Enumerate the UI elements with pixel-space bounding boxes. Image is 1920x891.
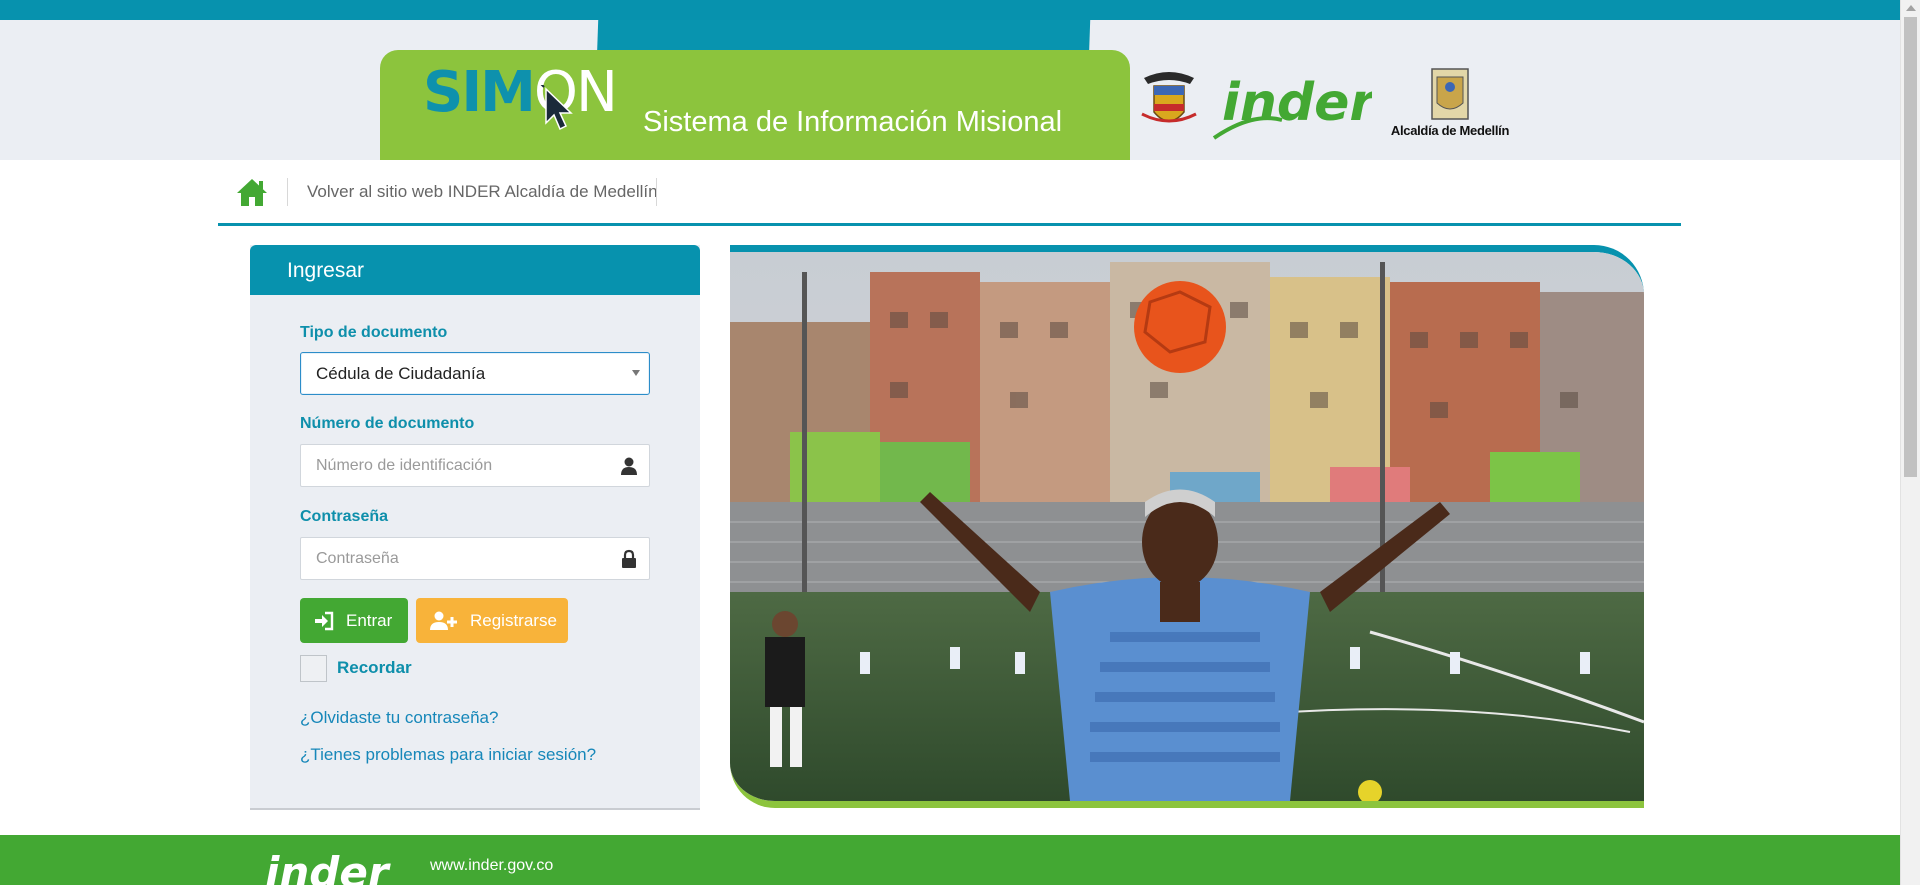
doc-type-label: Tipo de documento — [300, 324, 448, 341]
user-icon — [621, 457, 637, 475]
password-placeholder: Contraseña — [316, 550, 399, 567]
doc-number-input[interactable]: Número de identificación — [300, 444, 650, 487]
login-problems-link[interactable]: ¿Tienes problemas para iniciar sesión? — [300, 745, 596, 765]
banner-title: Sistema de Información Misional — [643, 106, 1063, 138]
hero-photo-illustration — [730, 252, 1644, 801]
hero-photo — [730, 245, 1644, 808]
page-footer: inder www.inder.gov.co — [0, 835, 1900, 891]
register-button-label: Registrarse — [470, 610, 557, 630]
top-accent-bar — [0, 0, 1900, 20]
home-icon[interactable] — [236, 177, 268, 207]
alcaldia-logo: Alcaldía de Medellín — [1385, 63, 1515, 143]
password-input[interactable]: Contraseña — [300, 537, 650, 580]
chevron-down-icon — [632, 370, 640, 376]
footer-inder-logo[interactable]: inder — [265, 851, 415, 891]
footer-logo-text: inder — [265, 851, 391, 891]
simon-logo-sim: SIM — [423, 59, 536, 125]
scroll-up-arrow-icon[interactable] — [1906, 5, 1916, 11]
doc-type-value: Cédula de Ciudadanía — [316, 364, 486, 383]
simon-logo: SIM ON — [423, 59, 618, 125]
doc-number-placeholder: Número de identificación — [316, 457, 493, 474]
forgot-password-link[interactable]: ¿Olvidaste tu contraseña? — [300, 708, 498, 728]
doc-type-select[interactable]: Cédula de Ciudadanía — [300, 352, 650, 395]
alcaldia-shield-icon — [1431, 68, 1469, 120]
add-user-icon — [430, 611, 457, 630]
doc-number-label: Número de documento — [300, 415, 475, 432]
enter-button[interactable]: Entrar — [300, 598, 408, 643]
breadcrumb-nav: Volver al sitio web INDER Alcaldía de Me… — [218, 160, 1681, 226]
colombia-coat-of-arms-logo — [1141, 72, 1197, 123]
inder-logo: inder — [1212, 73, 1372, 140]
enter-button-label: Entrar — [346, 610, 393, 630]
back-to-website-link[interactable]: Volver al sitio web INDER Alcaldía de Me… — [307, 182, 658, 202]
login-heading: Ingresar — [250, 245, 700, 295]
login-panel: Ingresar Tipo de documento Cédula de Ciu… — [250, 245, 700, 810]
remember-checkbox[interactable] — [300, 655, 327, 682]
register-button[interactable]: Registrarse — [416, 598, 568, 643]
lock-icon — [622, 549, 636, 568]
password-label: Contraseña — [300, 508, 389, 525]
nav-divider — [287, 178, 288, 206]
remember-label[interactable]: Recordar — [337, 658, 412, 678]
cursor-icon — [540, 85, 573, 131]
page-header — [0, 20, 1900, 160]
sign-in-icon — [315, 611, 334, 630]
vertical-scrollbar[interactable] — [1900, 0, 1920, 885]
footer-website-link[interactable]: www.inder.gov.co — [430, 857, 553, 875]
alcaldia-logo-text: Alcaldía de Medellín — [1390, 123, 1510, 138]
nav-divider — [656, 178, 657, 206]
scrollbar-thumb[interactable] — [1904, 17, 1917, 477]
